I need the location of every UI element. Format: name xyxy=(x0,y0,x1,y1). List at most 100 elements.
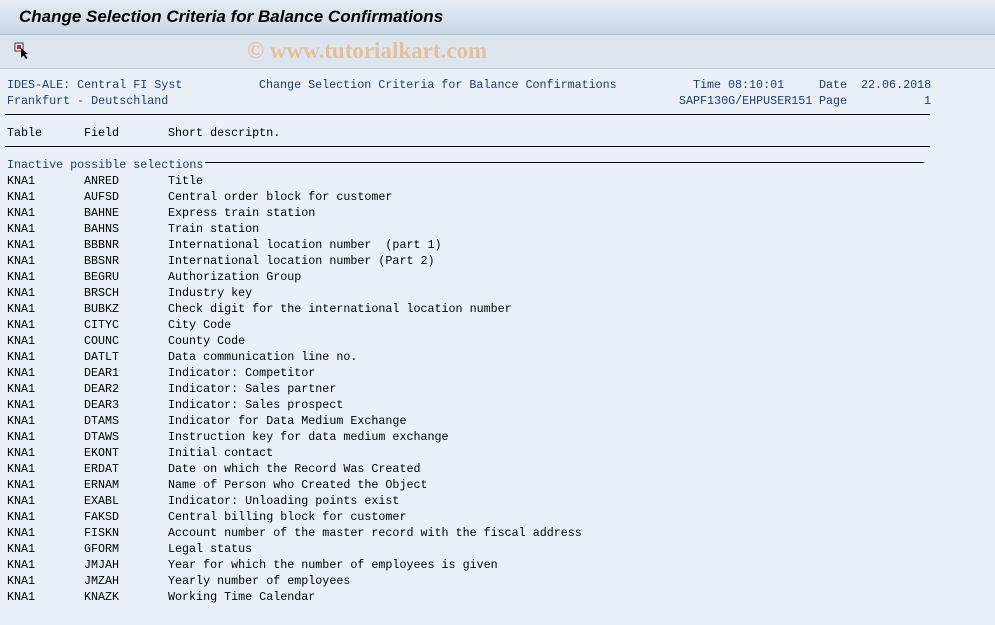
row-description[interactable]: Initial contact xyxy=(168,445,273,461)
row-table[interactable]: KNA1 xyxy=(7,557,35,573)
row-description[interactable]: Train station xyxy=(168,221,259,237)
row-table[interactable]: KNA1 xyxy=(7,349,35,365)
date-value: 22.06.2018 xyxy=(861,78,932,92)
row-table[interactable]: KNA1 xyxy=(7,333,35,349)
row-table[interactable]: KNA1 xyxy=(7,269,35,285)
row-table[interactable]: KNA1 xyxy=(7,589,35,605)
row-description[interactable]: Yearly number of employees xyxy=(168,573,350,589)
section-label: Inactive possible selections xyxy=(7,158,204,172)
date-label: Date xyxy=(819,78,848,92)
row-table[interactable]: KNA1 xyxy=(7,477,35,493)
row-field[interactable]: DTAMS xyxy=(84,413,119,429)
row-table[interactable]: KNA1 xyxy=(7,541,35,557)
row-field[interactable]: AUFSD xyxy=(84,189,119,205)
row-table[interactable]: KNA1 xyxy=(7,525,35,541)
watermark: © www.tutorialkart.com xyxy=(247,38,488,63)
row-table[interactable]: KNA1 xyxy=(7,301,35,317)
row-description[interactable]: Year for which the number of employees i… xyxy=(168,557,498,573)
row-field[interactable]: BBSNR xyxy=(84,253,119,269)
location: Frankfurt - Deutschland xyxy=(7,94,169,108)
row-table[interactable]: KNA1 xyxy=(7,381,35,397)
row-table[interactable]: KNA1 xyxy=(7,397,35,413)
row-table[interactable]: KNA1 xyxy=(7,237,35,253)
row-field[interactable]: CITYC xyxy=(84,317,119,333)
row-field[interactable]: BRSCH xyxy=(84,285,119,301)
row-table[interactable]: KNA1 xyxy=(7,461,35,477)
row-field[interactable]: BAHNS xyxy=(84,221,119,237)
row-description[interactable]: Instruction key for data medium exchange xyxy=(168,429,449,445)
row-description[interactable]: Authorization Group xyxy=(168,269,301,285)
row-field[interactable]: BBBNR xyxy=(84,237,119,253)
row-field[interactable]: DEAR1 xyxy=(84,365,119,381)
row-description[interactable]: International location number (part 1) xyxy=(168,237,442,253)
row-field[interactable]: JMJAH xyxy=(84,557,119,573)
row-table[interactable]: KNA1 xyxy=(7,573,35,589)
row-table[interactable]: KNA1 xyxy=(7,445,35,461)
report-title: Change Selection Criteria for Balance Co… xyxy=(259,78,617,92)
row-description[interactable]: Date on which the Record Was Created xyxy=(168,461,421,477)
row-field[interactable]: BEGRU xyxy=(84,269,119,285)
select-cursor-icon[interactable] xyxy=(14,42,32,60)
row-table[interactable]: KNA1 xyxy=(7,173,35,189)
row-description[interactable]: Working Time Calendar xyxy=(168,589,315,605)
page-number: 1 xyxy=(924,94,932,108)
row-table[interactable]: KNA1 xyxy=(7,189,35,205)
row-description[interactable]: Indicator: Sales prospect xyxy=(168,397,343,413)
row-description[interactable]: County Code xyxy=(168,333,245,349)
row-table[interactable]: KNA1 xyxy=(7,317,35,333)
window-title: Change Selection Criteria for Balance Co… xyxy=(19,7,444,26)
row-field[interactable]: ERDAT xyxy=(84,461,119,477)
row-field[interactable]: DATLT xyxy=(84,349,119,365)
column-header-field: Field xyxy=(84,126,120,140)
row-table[interactable]: KNA1 xyxy=(7,253,35,269)
divider xyxy=(5,146,930,147)
divider xyxy=(5,114,930,115)
time-label: Time xyxy=(693,78,722,92)
row-field[interactable]: KNAZK xyxy=(84,589,119,605)
row-field[interactable]: FAKSD xyxy=(84,509,119,525)
row-description[interactable]: Check digit for the international locati… xyxy=(168,301,512,317)
row-description[interactable]: Indicator for Data Medium Exchange xyxy=(168,413,406,429)
divider xyxy=(205,162,924,163)
row-table[interactable]: KNA1 xyxy=(7,285,35,301)
row-field[interactable]: GFORM xyxy=(84,541,119,557)
row-field[interactable]: DEAR2 xyxy=(84,381,119,397)
row-field[interactable]: DTAWS xyxy=(84,429,119,445)
row-description[interactable]: Central order block for customer xyxy=(168,189,392,205)
row-field[interactable]: ERNAM xyxy=(84,477,119,493)
row-table[interactable]: KNA1 xyxy=(7,493,35,509)
row-field[interactable]: FISKN xyxy=(84,525,119,541)
row-description[interactable]: International location number (Part 2) xyxy=(168,253,435,269)
column-header-description: Short descriptn. xyxy=(168,126,281,140)
row-description[interactable]: Legal status xyxy=(168,541,252,557)
row-description[interactable]: Data communication line no. xyxy=(168,349,357,365)
row-field[interactable]: BUBKZ xyxy=(84,301,119,317)
row-description[interactable]: City Code xyxy=(168,317,231,333)
row-description[interactable]: Account number of the master record with… xyxy=(168,525,582,541)
row-field[interactable]: COUNC xyxy=(84,333,119,349)
program-name: SAPF130G/EHPUSER151 xyxy=(679,94,813,108)
row-description[interactable]: Indicator: Sales partner xyxy=(168,381,336,397)
row-field[interactable]: DEAR3 xyxy=(84,397,119,413)
row-field[interactable]: EKONT xyxy=(84,445,119,461)
column-header-table: Table xyxy=(7,126,43,140)
row-table[interactable]: KNA1 xyxy=(7,413,35,429)
row-description[interactable]: Name of Person who Created the Object xyxy=(168,477,428,493)
row-table[interactable]: KNA1 xyxy=(7,429,35,445)
system-name: IDES-ALE: Central FI Syst xyxy=(7,78,183,92)
row-description[interactable]: Title xyxy=(168,173,203,189)
row-table[interactable]: KNA1 xyxy=(7,221,35,237)
row-table[interactable]: KNA1 xyxy=(7,205,35,221)
row-description[interactable]: Express train station xyxy=(168,205,315,221)
time-value: 08:10:01 xyxy=(728,78,785,92)
row-description[interactable]: Industry key xyxy=(168,285,252,301)
row-table[interactable]: KNA1 xyxy=(7,509,35,525)
row-description[interactable]: Central billing block for customer xyxy=(168,509,406,525)
row-field[interactable]: ANRED xyxy=(84,173,119,189)
row-field[interactable]: BAHNE xyxy=(84,205,119,221)
row-field[interactable]: JMZAH xyxy=(84,573,119,589)
row-description[interactable]: Indicator: Unloading points exist xyxy=(168,493,399,509)
row-field[interactable]: EXABL xyxy=(84,493,119,509)
row-table[interactable]: KNA1 xyxy=(7,365,35,381)
row-description[interactable]: Indicator: Competitor xyxy=(168,365,315,381)
